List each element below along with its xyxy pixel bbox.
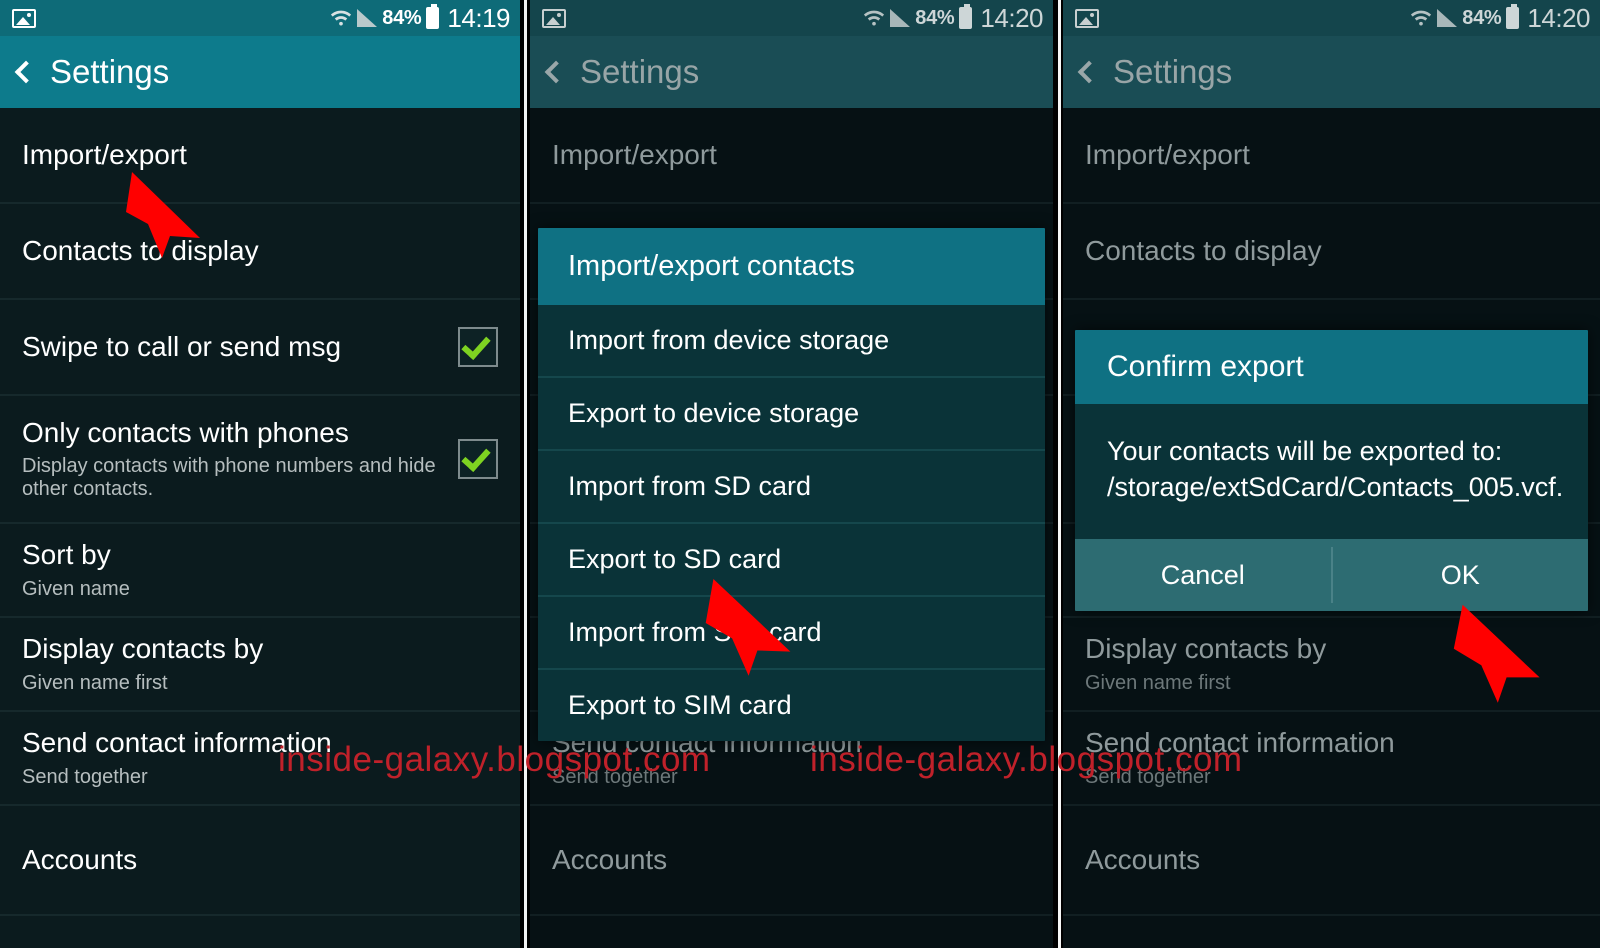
list-item-accounts[interactable]: Accounts	[0, 806, 520, 916]
cancel-button[interactable]: Cancel	[1075, 539, 1331, 611]
confirm-export-dialog: Confirm export Your contacts will be exp…	[1075, 330, 1589, 612]
page-title: Settings	[580, 53, 700, 90]
battery-percent: 84%	[915, 6, 955, 29]
status-bar: 84% 14:20	[530, 0, 1053, 36]
panel-settings: 84% 14:19 Settings Import/export Contact…	[0, 0, 520, 948]
list-empty-area	[0, 916, 520, 948]
list-item-label: Contacts to display	[1085, 234, 1322, 266]
battery-icon	[1506, 4, 1520, 29]
status-bar-right: 84% 14:19	[330, 0, 510, 36]
dialog-actions: Cancel OK	[1075, 539, 1589, 612]
dialog-option-import-sd-card[interactable]: Import from SD card	[538, 451, 1045, 524]
list-item-import-export[interactable]: Import/export	[530, 108, 1053, 204]
list-item-label: Import/export	[22, 138, 187, 170]
list-item-label: Accounts	[22, 843, 138, 875]
dialog-message: Your contacts will be exported to: /stor…	[1075, 404, 1588, 540]
list-item-accounts[interactable]: Accounts	[1063, 806, 1600, 916]
signal-icon	[1437, 9, 1458, 27]
list-item-sort-by[interactable]: Sort by Given name	[0, 524, 520, 618]
list-item-contacts-to-display[interactable]: Contacts to display	[0, 204, 520, 300]
back-chevron-icon[interactable]	[544, 60, 568, 84]
dialog-title: Import/export contacts	[538, 228, 1045, 305]
ok-button[interactable]: OK	[1333, 539, 1589, 611]
list-item-swipe-to-call[interactable]: Swipe to call or send msg	[0, 300, 520, 396]
settings-list: Import/export Contacts to display Swipe …	[0, 108, 520, 948]
dialog-options-list: Import from device storage Export to dev…	[538, 305, 1045, 741]
image-icon	[542, 8, 566, 28]
wifi-icon	[1410, 7, 1432, 29]
list-item-label: Accounts	[1085, 843, 1201, 875]
list-item-sublabel: Given name first	[22, 671, 168, 694]
dialog-option-export-sim-card[interactable]: Export to SIM card	[538, 670, 1045, 741]
checkbox-only-contacts-with-phones[interactable]	[458, 439, 498, 479]
page-title: Settings	[1113, 53, 1233, 90]
checkbox-swipe-to-call[interactable]	[458, 327, 498, 367]
list-item-sublabel: Given name	[22, 577, 130, 600]
back-chevron-icon[interactable]	[1077, 60, 1101, 84]
clock: 14:19	[447, 2, 510, 33]
list-item-sublabel: Display contacts with phone numbers and …	[22, 455, 436, 501]
list-item-sublabel: Given name first	[1085, 671, 1231, 694]
battery-percent: 84%	[1462, 6, 1502, 29]
dialog-title: Confirm export	[1075, 330, 1588, 404]
panel-import-export-dialog: 84% 14:20 Settings Import/export Contact…	[530, 0, 1053, 948]
list-item-label: Display contacts by	[22, 633, 264, 665]
list-empty-area	[1063, 916, 1600, 948]
list-item-label: Import/export	[552, 138, 717, 170]
list-item-label: Contacts to display	[22, 234, 259, 266]
list-item-display-contacts-by[interactable]: Display contacts by Given name first	[1063, 618, 1600, 712]
panel-confirm-export-dialog: 84% 14:20 Settings Import/export Contact…	[1063, 0, 1600, 948]
action-bar: Settings	[1063, 36, 1600, 108]
list-item-import-export[interactable]: Import/export	[1063, 108, 1600, 204]
status-bar-right: 84% 14:20	[1410, 0, 1590, 36]
clock: 14:20	[1527, 2, 1590, 33]
panel-divider-2	[1053, 0, 1063, 948]
list-item-label: Accounts	[552, 843, 668, 875]
dialog-option-import-device-storage[interactable]: Import from device storage	[538, 305, 1045, 378]
back-chevron-icon[interactable]	[14, 60, 38, 84]
checkmark-icon	[461, 329, 491, 361]
list-item-label: Only contacts with phones	[22, 416, 349, 448]
watermark-a: inside-galaxy.blogspot.com	[278, 740, 711, 779]
list-item-contacts-to-display[interactable]: Contacts to display	[1063, 204, 1600, 300]
list-item-accounts[interactable]: Accounts	[530, 806, 1053, 916]
status-bar: 84% 14:19	[0, 0, 520, 36]
list-empty-area	[530, 916, 1053, 948]
list-item-display-contacts-by[interactable]: Display contacts by Given name first	[0, 618, 520, 712]
watermark-b: inside-galaxy.blogspot.com	[810, 740, 1243, 779]
wifi-icon	[330, 7, 352, 29]
image-icon	[1075, 8, 1099, 28]
screenshot-stage: 84% 14:19 Settings Import/export Contact…	[0, 0, 1600, 948]
clock: 14:20	[980, 2, 1043, 33]
battery-percent: 84%	[382, 6, 422, 29]
checkmark-icon	[461, 441, 491, 473]
battery-icon	[426, 4, 440, 29]
image-icon	[12, 8, 36, 28]
list-item-only-contacts-with-phones[interactable]: Only contacts with phones Display contac…	[0, 396, 520, 524]
status-bar-left	[12, 8, 36, 28]
list-item-import-export[interactable]: Import/export	[0, 108, 520, 204]
action-bar: Settings	[530, 36, 1053, 108]
signal-icon	[890, 9, 911, 27]
status-bar-right: 84% 14:20	[863, 0, 1043, 36]
import-export-dialog: Import/export contacts Import from devic…	[538, 228, 1045, 741]
panel-divider-1	[520, 0, 530, 948]
status-bar: 84% 14:20	[1063, 0, 1600, 36]
battery-icon	[959, 4, 973, 29]
list-item-label: Swipe to call or send msg	[22, 330, 342, 362]
list-item-label: Sort by	[22, 539, 111, 571]
list-item-label: Display contacts by	[1085, 633, 1327, 665]
action-bar: Settings	[0, 36, 520, 108]
status-bar-left	[542, 8, 566, 28]
dialog-option-export-device-storage[interactable]: Export to device storage	[538, 378, 1045, 451]
list-item-label: Import/export	[1085, 138, 1250, 170]
dialog-option-export-sd-card[interactable]: Export to SD card	[538, 524, 1045, 597]
page-title: Settings	[50, 53, 170, 90]
signal-icon	[357, 9, 378, 27]
status-bar-left	[1075, 8, 1099, 28]
wifi-icon	[863, 7, 885, 29]
dialog-option-import-sim-card[interactable]: Import from SIM card	[538, 597, 1045, 670]
